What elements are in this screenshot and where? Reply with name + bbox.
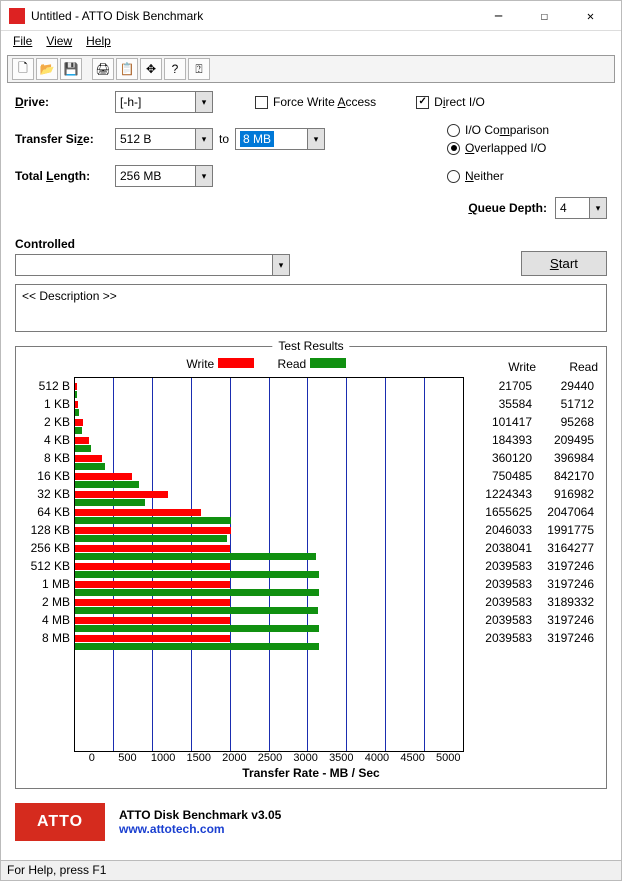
controlled-select[interactable]: ▾ (15, 254, 290, 276)
description-box[interactable]: << Description >> (15, 284, 607, 332)
overlapped-label: Overlapped I/O (465, 141, 546, 155)
transfer-to-select[interactable]: 8 MB▾ (235, 128, 325, 150)
controlled-label: Controlled (15, 237, 607, 251)
window-title: Untitled - ATTO Disk Benchmark (31, 9, 476, 23)
legend-write: Write (186, 357, 253, 371)
neither-radio[interactable] (447, 170, 460, 183)
toolbar: 🗋 📂 💾 🖨 📋 ✥ ? ⍰ (7, 55, 615, 83)
chevron-down-icon: ▾ (195, 166, 212, 186)
move-icon[interactable]: ✥ (140, 58, 162, 80)
to-label: to (213, 132, 235, 146)
neither-label: Neither (465, 169, 504, 183)
product-name: ATTO Disk Benchmark v3.05 (119, 808, 281, 822)
drive-label: Drive: (15, 95, 115, 109)
menu-view[interactable]: View (40, 32, 78, 50)
col-read: Read (536, 360, 598, 374)
legend-read: Read (278, 357, 346, 371)
force-write-check[interactable] (255, 96, 268, 109)
status-bar: For Help, press F1 (1, 860, 621, 880)
save-icon[interactable]: 💾 (60, 58, 82, 80)
chevron-down-icon: ▾ (307, 129, 324, 149)
minimize-button[interactable]: ─ (476, 2, 521, 30)
overlapped-radio[interactable] (447, 142, 460, 155)
queue-label: Queue Depth: (468, 201, 547, 215)
copy-icon[interactable]: 📋 (116, 58, 138, 80)
chart-plot (74, 377, 464, 752)
direct-io-label: Direct I/O (434, 95, 485, 109)
menu-file[interactable]: File (7, 32, 38, 50)
drive-select[interactable]: [-h-]▾ (115, 91, 213, 113)
product-url[interactable]: www.attotech.com (119, 822, 281, 836)
app-icon (9, 8, 25, 24)
transfer-label: Transfer Size: (15, 132, 115, 146)
io-comparison-radio[interactable] (447, 124, 460, 137)
menu-help[interactable]: Help (80, 32, 117, 50)
col-write: Write (474, 360, 536, 374)
force-write-label: Force Write Access (273, 95, 376, 109)
values-table: 2170529440355845171210141795268184393209… (464, 377, 594, 752)
length-label: Total Length: (15, 169, 115, 183)
x-axis-title: Transfer Rate - MB / Sec (24, 766, 598, 780)
test-results-frame: Test Results Write Read WriteRead 512 B1… (15, 346, 607, 789)
chevron-down-icon: ▾ (589, 198, 606, 218)
start-button[interactable]: Start (521, 251, 607, 276)
context-help-icon[interactable]: ⍰ (188, 58, 210, 80)
x-axis-ticks: 0500100015002000250030003500400045005000 (74, 752, 466, 764)
direct-io-check[interactable] (416, 96, 429, 109)
new-file-icon[interactable]: 🗋 (12, 58, 34, 80)
transfer-from-select[interactable]: 512 B▾ (115, 128, 213, 150)
close-button[interactable]: ✕ (568, 2, 613, 30)
y-axis-labels: 512 B1 KB2 KB4 KB8 KB16 KB32 KB64 KB128 … (24, 377, 74, 752)
chevron-down-icon: ▾ (195, 92, 212, 112)
queue-select[interactable]: 4▾ (555, 197, 607, 219)
length-select[interactable]: 256 MB▾ (115, 165, 213, 187)
help-icon[interactable]: ? (164, 58, 186, 80)
open-icon[interactable]: 📂 (36, 58, 58, 80)
chevron-down-icon: ▾ (195, 129, 212, 149)
chevron-down-icon: ▾ (272, 255, 289, 275)
print-icon[interactable]: 🖨 (92, 58, 114, 80)
atto-logo: ATTO (15, 803, 105, 841)
results-title: Test Results (272, 339, 349, 353)
io-comparison-label: I/O Comparison (465, 123, 549, 137)
maximize-button[interactable]: ☐ (522, 2, 567, 30)
